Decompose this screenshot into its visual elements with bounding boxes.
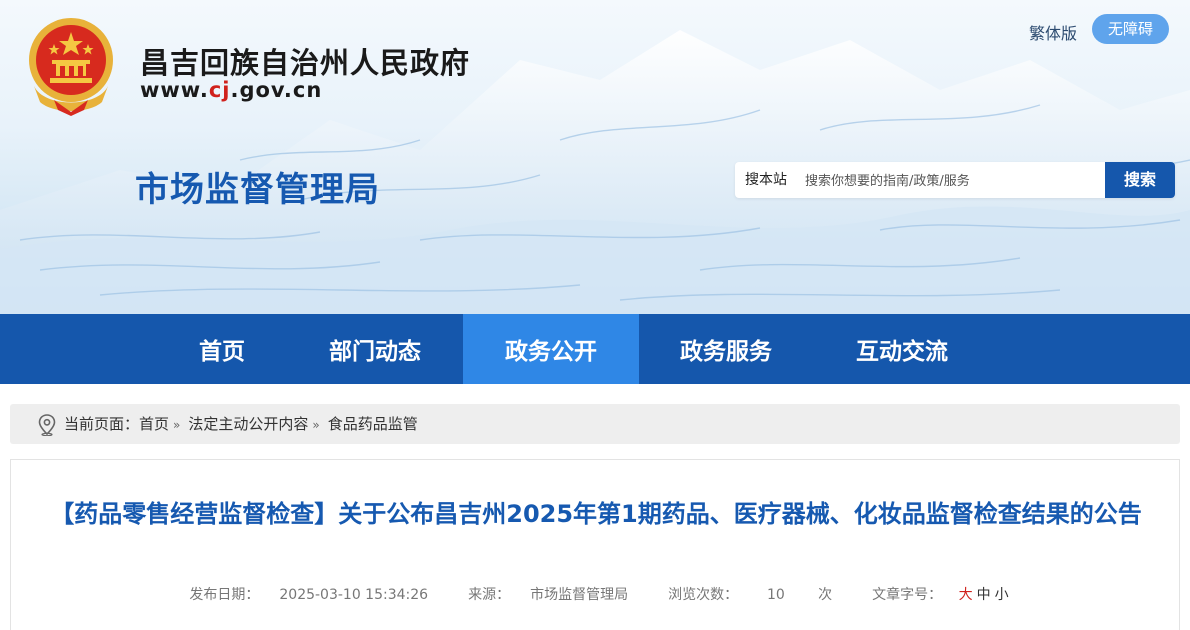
breadcrumb-public-content[interactable]: 法定主动公开内容 (188, 415, 308, 433)
publish-date: 发布日期： 2025-03-10 15:34:26 (179, 587, 438, 603)
traditional-chinese-link[interactable]: 繁体版 (1029, 20, 1077, 44)
publish-date-value: 2025-03-10 15:34:26 (279, 587, 429, 603)
view-count-unit: 次 (818, 587, 833, 603)
department-name: 市场监督管理局 (135, 170, 380, 210)
search-button[interactable]: 搜索 (1105, 162, 1175, 198)
nav-item-government-affairs[interactable]: 政务公开 (463, 314, 639, 384)
breadcrumb-separator: » (173, 418, 181, 432)
breadcrumb-prefix: 当前页面： (64, 415, 140, 433)
font-size-large-button[interactable]: 大 (959, 587, 973, 603)
font-size-medium-button[interactable]: 中 (977, 587, 991, 603)
site-name[interactable]: 昌吉回族自治州人民政府 (140, 40, 470, 82)
accessibility-button[interactable]: 无障碍 (1092, 14, 1169, 44)
site-url-highlight: cj (208, 78, 231, 102)
font-size-controls: 文章字号： 大中小 (862, 587, 1010, 603)
breadcrumb-home[interactable]: 首页 (139, 415, 169, 433)
source-label: 来源： (468, 587, 511, 603)
search-bar: 搜本站 搜索 (735, 162, 1175, 198)
publish-date-label: 发布日期： (189, 587, 260, 603)
article-title: 【药品零售经营监督检查】关于公布昌吉州2025年第1期药品、医疗器械、化妆品监督… (50, 500, 1142, 528)
article-panel: 【药品零售经营监督检查】关于公布昌吉州2025年第1期药品、医疗器械、化妆品监督… (10, 459, 1180, 630)
view-count-value: 10 (766, 587, 785, 603)
nav-item-interaction[interactable]: 互动交流 (827, 314, 977, 384)
site-url-suffix: .gov.cn (230, 78, 323, 102)
font-size-label: 文章字号： (872, 587, 943, 603)
nav-item-government-services[interactable]: 政务服务 (651, 314, 801, 384)
font-size-small-button[interactable]: 小 (995, 587, 1009, 603)
article-meta: 发布日期： 2025-03-10 15:34:26 来源： 市场监督管理局 浏览次数： … (11, 584, 1179, 604)
breadcrumb-trail: 当前页面：首页 » 法定主动公开内容 » 食品药品监管 (64, 404, 418, 444)
header-banner: 昌吉回族自治州人民政府 www.cj.gov.cn 市场监督管理局 繁体版 无障… (0, 0, 1190, 314)
breadcrumb-food-drug[interactable]: 食品药品监管 (328, 415, 418, 433)
search-input[interactable] (803, 166, 1103, 196)
nav-item-department-news[interactable]: 部门动态 (300, 314, 450, 384)
breadcrumb-separator: » (312, 418, 320, 432)
site-url[interactable]: www.cj.gov.cn (140, 78, 322, 102)
site-url-prefix: www. (140, 78, 209, 102)
search-scope-label[interactable]: 搜本站 (745, 162, 787, 198)
source-value: 市场监督管理局 (530, 587, 629, 603)
national-emblem-icon (29, 18, 113, 116)
view-count-label: 浏览次数： (668, 587, 739, 603)
source: 来源： 市场监督管理局 (458, 587, 638, 603)
main-nav: 首页 部门动态 政务公开 政务服务 互动交流 (0, 314, 1190, 384)
view-count: 浏览次数： 10 次 (658, 587, 842, 603)
location-pin-icon (38, 414, 56, 436)
breadcrumb: 当前页面：首页 » 法定主动公开内容 » 食品药品监管 (10, 404, 1180, 444)
nav-item-home[interactable]: 首页 (172, 314, 272, 384)
